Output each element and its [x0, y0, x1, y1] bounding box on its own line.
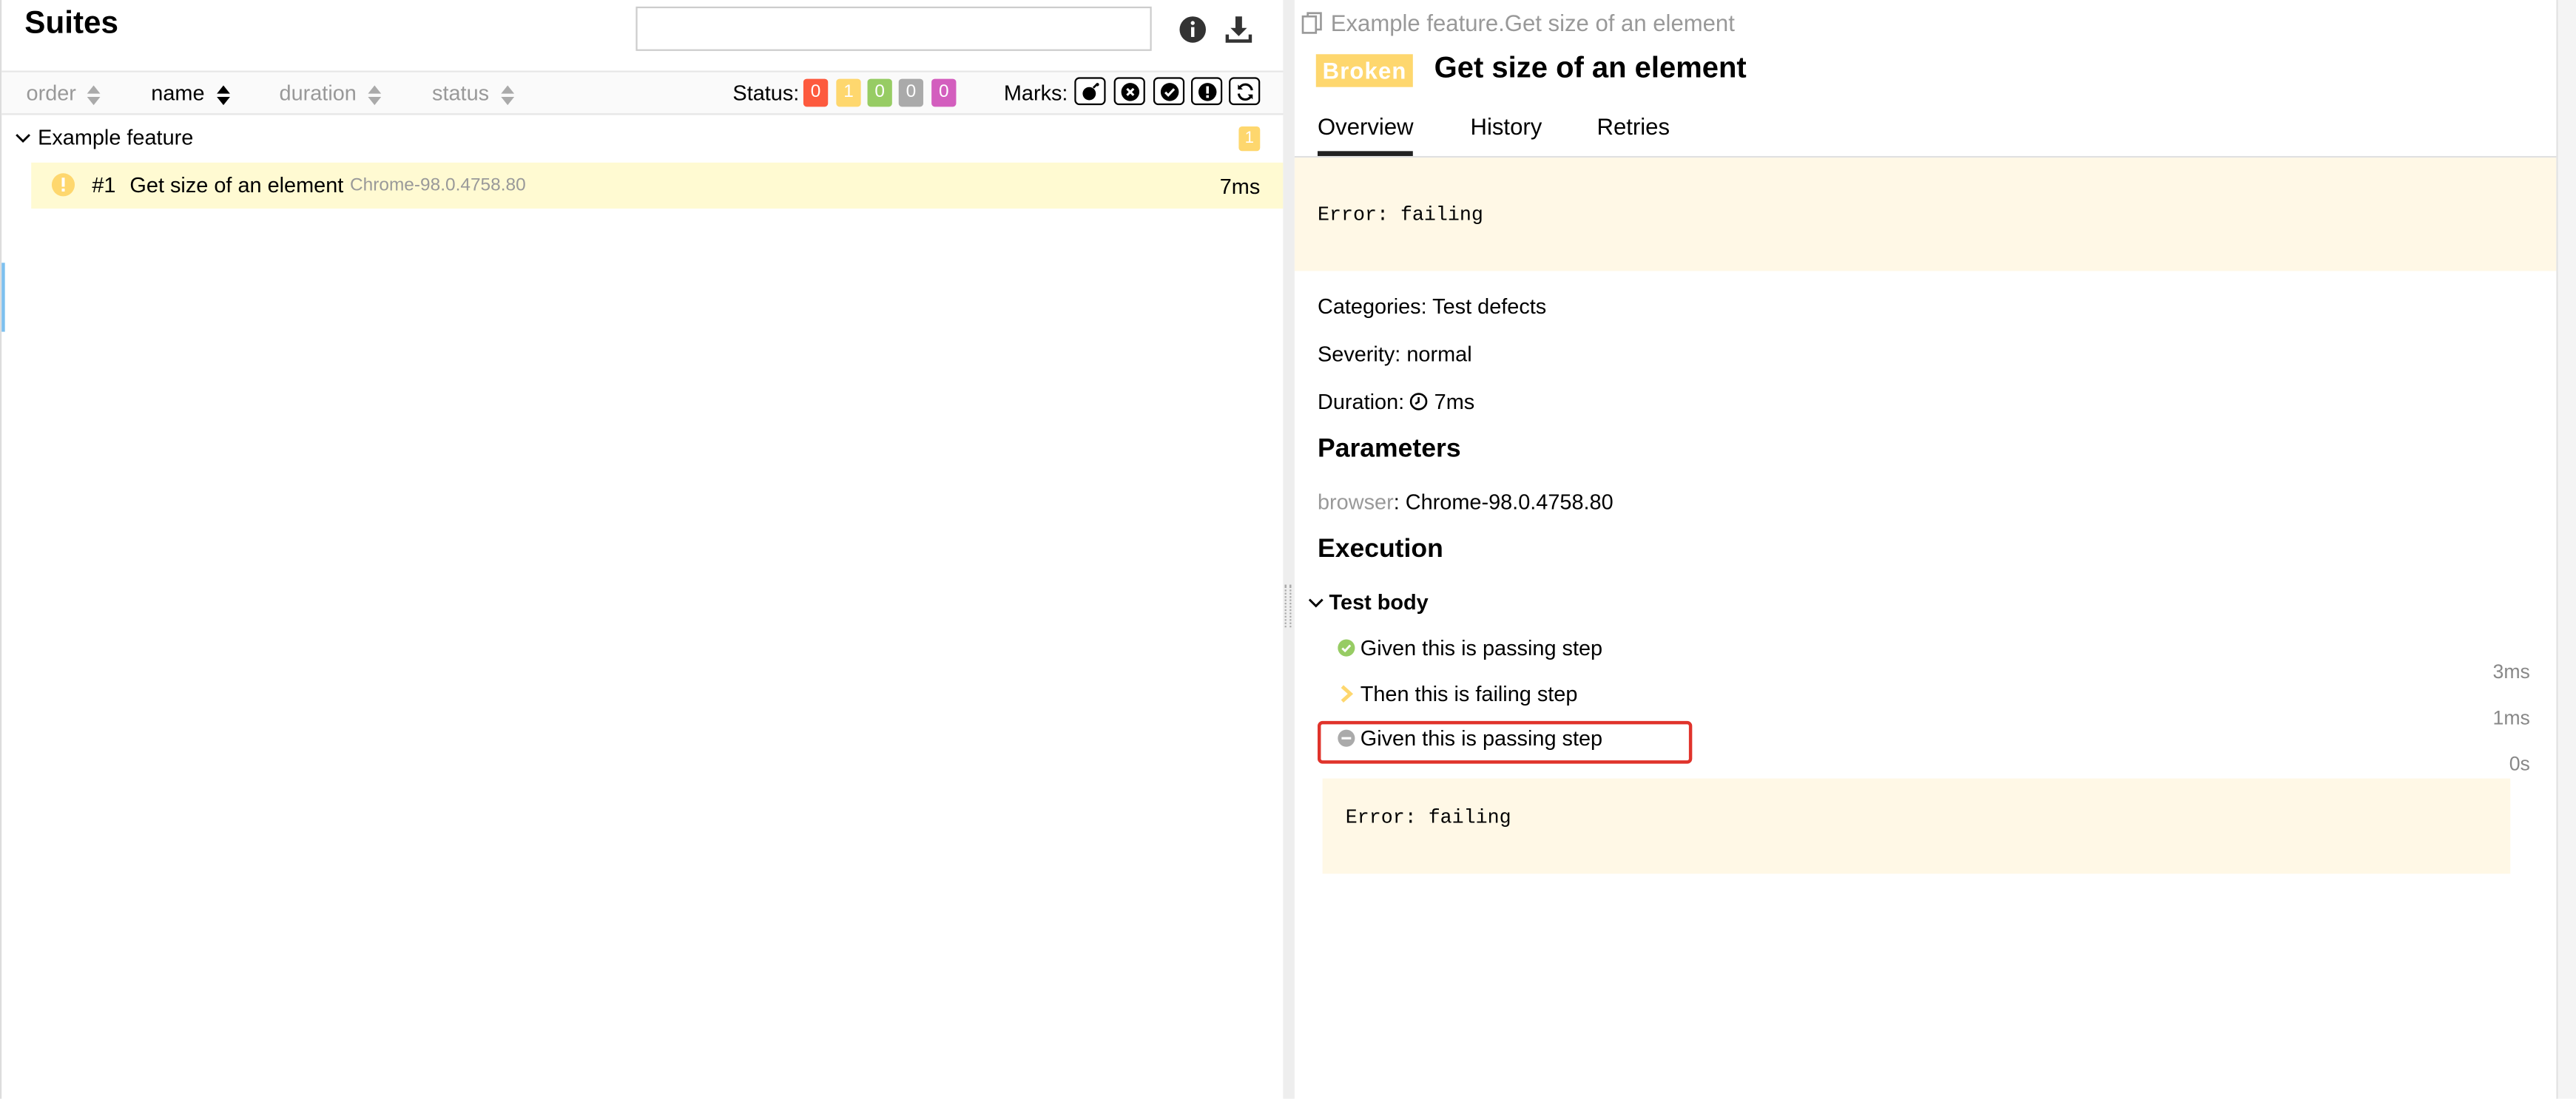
status-unknown-toggle[interactable]: 0 — [931, 78, 957, 107]
step-name: Given this is passing step — [1360, 726, 1603, 751]
sort-status[interactable]: status — [432, 80, 514, 106]
skipped-minus-icon — [1338, 728, 1355, 752]
duration-label: Duration: — [1318, 389, 1405, 414]
status-filter-label: Status: — [732, 80, 800, 106]
categories-value: Test defects — [1432, 294, 1547, 319]
test-detail-panel: Example feature.Get size of an element B… — [1294, 0, 2557, 1099]
sort-name-label: name — [151, 80, 205, 106]
detail-tabs: Overview History Retries — [1294, 104, 2557, 158]
status-passed-toggle[interactable]: 0 — [867, 78, 892, 107]
sort-duration-label: duration — [279, 80, 357, 106]
tab-overview[interactable]: Overview — [1318, 113, 1414, 156]
test-number: #1 — [92, 172, 116, 197]
status-broken-toggle[interactable]: 1 — [836, 78, 861, 107]
parameter-key: browser — [1318, 489, 1394, 515]
status-badge: Broken — [1315, 54, 1414, 87]
new-failed-icon[interactable] — [1113, 77, 1145, 106]
tab-retries[interactable]: Retries — [1597, 113, 1670, 140]
test-duration: 7ms — [1219, 174, 1261, 199]
duration-value: 7ms — [1434, 389, 1475, 414]
duration-line: Duration: 7ms — [1318, 389, 1474, 416]
step-name: Given this is passing step — [1360, 635, 1603, 660]
step-duration: 1ms — [2492, 706, 2530, 729]
allure-report: Suites order name duration status Status… — [0, 0, 2576, 1099]
chevron-down-icon — [1308, 592, 1324, 616]
breadcrumb: Example feature.Get size of an element — [1301, 10, 1735, 39]
execution-heading: Execution — [1318, 535, 1443, 564]
tab-history[interactable]: History — [1471, 113, 1542, 140]
step-error-message: Error: failing — [1345, 806, 1511, 830]
step-row[interactable]: Given this is passing step — [1338, 726, 1602, 753]
status-failed-toggle[interactable]: 0 — [803, 78, 829, 107]
sort-status-label: status — [432, 80, 490, 106]
clock-icon — [1410, 391, 1429, 416]
passed-check-icon — [1338, 638, 1355, 662]
sort-duration[interactable]: duration — [280, 81, 382, 105]
pane-splitter[interactable] — [1283, 0, 1295, 1099]
sort-toolbar: order name duration status Status: 0 1 0… — [1, 70, 1285, 115]
info-icon[interactable] — [1178, 15, 1207, 44]
flaky-bomb-icon[interactable] — [1074, 77, 1106, 106]
page-title: Suites — [24, 6, 118, 41]
error-message: Error: failing — [1318, 203, 1483, 227]
parameter-line: browser: Chrome-98.0.4758.80 — [1318, 489, 1614, 515]
sort-arrows-icon — [368, 84, 382, 105]
severity-value: normal — [1406, 341, 1472, 367]
chevron-down-icon — [15, 126, 31, 151]
drag-handle-icon[interactable] — [1284, 584, 1292, 628]
sort-arrows-icon — [87, 84, 101, 105]
copy-icon[interactable] — [1301, 12, 1324, 40]
new-broken-icon[interactable] — [1191, 77, 1223, 106]
step-duration: 0s — [2509, 752, 2530, 776]
categories-label: Categories: — [1318, 294, 1427, 319]
download-icon[interactable] — [1224, 15, 1253, 44]
scrollbar[interactable] — [2556, 0, 2576, 1099]
search-input[interactable] — [635, 6, 1152, 51]
test-parameter: Chrome-98.0.4758.80 — [350, 175, 526, 196]
chevron-right-icon — [1338, 683, 1355, 708]
suites-panel: Suites order name duration status Status… — [0, 0, 1285, 1099]
breadcrumb-text: Example feature.Get size of an element — [1330, 10, 1735, 36]
sort-arrows-icon — [500, 84, 514, 105]
error-message-box: Error: failing — [1294, 158, 2557, 271]
sort-order[interactable]: order — [27, 81, 101, 105]
suite-group-label: Example feature — [38, 124, 194, 150]
step-row[interactable]: Given this is passing step — [1338, 635, 1602, 662]
step-duration: 3ms — [2492, 660, 2530, 683]
marks-filter-label: Marks: — [1003, 80, 1068, 106]
warning-icon — [51, 172, 75, 202]
suite-group-example-feature[interactable]: Example feature — [15, 125, 193, 152]
panel-edge-indicator — [1, 263, 5, 332]
severity-label: Severity: — [1318, 341, 1401, 367]
status-skipped-toggle[interactable]: 0 — [898, 78, 924, 107]
test-title: Get size of an element — [1434, 50, 1747, 84]
new-passed-icon[interactable] — [1153, 77, 1185, 106]
parameters-heading: Parameters — [1318, 435, 1461, 464]
severity-line: Severity: normal — [1318, 342, 1472, 366]
test-body-toggle[interactable]: Test body — [1308, 589, 1429, 616]
sort-name[interactable]: name — [151, 81, 229, 105]
parameter-value: Chrome-98.0.4758.80 — [1405, 489, 1614, 515]
retries-icon[interactable] — [1229, 77, 1261, 106]
step-name: Then this is failing step — [1360, 681, 1578, 706]
sort-arrows-icon — [216, 84, 229, 105]
categories-line: Categories: Test defects — [1318, 294, 1546, 319]
sort-order-label: order — [26, 80, 76, 106]
test-row[interactable]: #1 Get size of an element Chrome-98.0.47… — [31, 162, 1284, 209]
test-body-label: Test body — [1329, 589, 1429, 615]
step-error-box: Error: failing — [1322, 778, 2511, 874]
step-row[interactable]: Then this is failing step — [1338, 681, 1578, 709]
suite-group-count-badge: 1 — [1238, 126, 1261, 152]
test-name: Get size of an element — [129, 172, 344, 197]
